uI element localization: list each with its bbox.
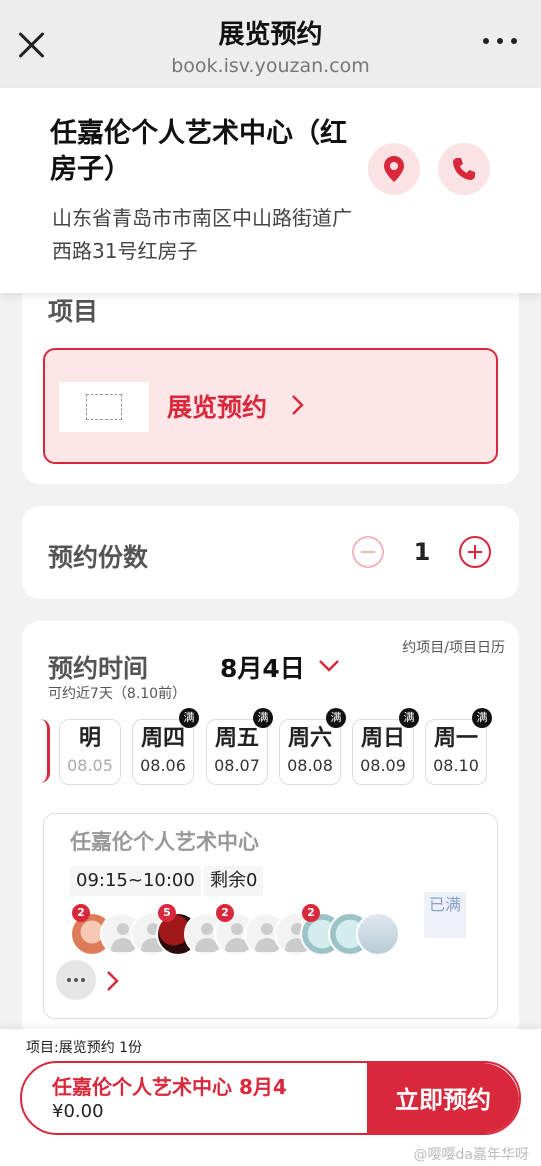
date-tab[interactable]: 周一 08.10 满 — [425, 708, 492, 785]
project-thumbnail — [59, 382, 149, 432]
date-tab[interactable]: 周四 08.06 满 — [132, 708, 199, 785]
date-tab-day: 周四 — [140, 726, 185, 751]
avatar-count-badge: 2 — [302, 904, 320, 922]
chevron-right-icon[interactable] — [106, 970, 120, 992]
slot-status-badge: 已满 — [424, 892, 466, 938]
date-selector: 明 08.05 周四 08.06 满 周五 08.07 满 周六 08.08 满… — [22, 708, 519, 787]
order-summary: 项目:展览预约 1份 — [26, 1040, 143, 1056]
booking-time-label: 预约时间 — [48, 654, 149, 683]
selected-date-tab-edge[interactable] — [40, 719, 50, 783]
book-now-button[interactable]: 立即预约 — [367, 1063, 519, 1133]
project-item-name: 展览预约 — [167, 393, 268, 422]
slot-remaining: 剩余0 — [204, 866, 264, 896]
more-options-icon[interactable] — [483, 38, 517, 48]
full-badge: 满 — [179, 708, 199, 728]
browser-top-bar: 展览预约 book.isv.youzan.com — [0, 0, 541, 88]
venue-address: 山东省青岛市市南区中山路街道广西路31号红房子 — [52, 206, 352, 263]
date-tab-date: 08.09 — [360, 756, 406, 775]
location-button[interactable] — [368, 143, 420, 195]
date-tab-day: 周六 — [287, 726, 332, 751]
chevron-down-icon[interactable] — [318, 659, 340, 673]
page-title: 展览预约 — [218, 20, 323, 50]
more-avatars-button[interactable] — [56, 960, 96, 1000]
date-tab-date: 08.07 — [214, 756, 260, 775]
date-tab[interactable]: 周五 08.07 满 — [206, 708, 273, 785]
booking-time-card: 预约时间 可约近7天（8.10前） 8月4日 约项目/项目日历 明 08.05 … — [22, 621, 519, 1041]
project-card: 项目 展览预约 — [22, 270, 519, 484]
quantity-card: 预约份数 1 — [22, 506, 519, 599]
project-label: 项目 — [48, 297, 99, 326]
full-badge: 满 — [326, 708, 346, 728]
quantity-value: 1 — [413, 538, 431, 566]
date-tab-date: 08.05 — [67, 756, 113, 775]
increment-button[interactable] — [459, 536, 491, 568]
venue-header: 任嘉伦个人艺术中心（红房子） 山东省青岛市市南区中山路街道广西路31号红房子 — [0, 88, 541, 293]
avatar-count-badge: 2 — [216, 904, 234, 922]
bottom-order-bar: 项目:展览预约 1份 任嘉伦个人艺术中心 8月4 ¥0.00 立即预约 @嘤嘤d… — [0, 1029, 541, 1166]
watermark: @嘤嘤da嘉年华呀 — [413, 1147, 529, 1163]
date-tab-date: 08.06 — [140, 756, 186, 775]
selected-date[interactable]: 8月4日 — [220, 649, 305, 685]
date-tab-day: 周一 — [433, 726, 478, 751]
date-tab-date: 08.08 — [287, 756, 333, 775]
project-item-exhibition[interactable]: 展览预约 — [43, 348, 498, 464]
phone-button[interactable] — [438, 143, 490, 195]
avatar-count-badge: 2 — [72, 904, 90, 922]
avatar-count-badge: 5 — [158, 904, 176, 922]
quantity-label: 预约份数 — [48, 543, 149, 572]
calendar-link[interactable]: 约项目/项目日历 — [402, 637, 505, 657]
time-slot-card[interactable]: 任嘉伦个人艺术中心 09:15~10:00 剩余0 已满 2 5 2 2 — [43, 813, 498, 1019]
full-badge: 满 — [253, 708, 273, 728]
date-tab-date: 08.10 — [433, 756, 479, 775]
date-tab[interactable]: 明 08.05 — [59, 719, 121, 785]
date-tab[interactable]: 周六 08.08 满 — [279, 708, 346, 785]
slot-time: 09:15~10:00 — [70, 866, 201, 896]
location-pin-icon — [384, 156, 404, 182]
full-badge: 满 — [472, 708, 492, 728]
venue-name: 任嘉伦个人艺术中心（红房子） — [50, 118, 347, 185]
date-tab-day: 明 — [78, 726, 101, 751]
slot-venue-name: 任嘉伦个人艺术中心 — [70, 830, 259, 854]
date-tab-day: 周五 — [214, 726, 259, 751]
phone-icon — [453, 158, 475, 180]
order-panel: 任嘉伦个人艺术中心 8月4 ¥0.00 立即预约 — [20, 1061, 521, 1135]
chevron-right-icon — [292, 395, 304, 415]
availability-note: 可约近7天（8.10前） — [48, 686, 187, 702]
full-badge: 满 — [399, 708, 419, 728]
date-tab-day: 周日 — [360, 726, 405, 751]
decrement-button[interactable] — [352, 536, 384, 568]
order-title: 任嘉伦个人艺术中心 8月4 — [52, 1075, 287, 1099]
order-price: ¥0.00 — [52, 1101, 104, 1122]
date-tab[interactable]: 周日 08.09 满 — [352, 708, 419, 785]
page-url: book.isv.youzan.com — [171, 55, 370, 77]
thumbnail-logo-icon — [86, 394, 122, 420]
avatar — [356, 912, 400, 956]
